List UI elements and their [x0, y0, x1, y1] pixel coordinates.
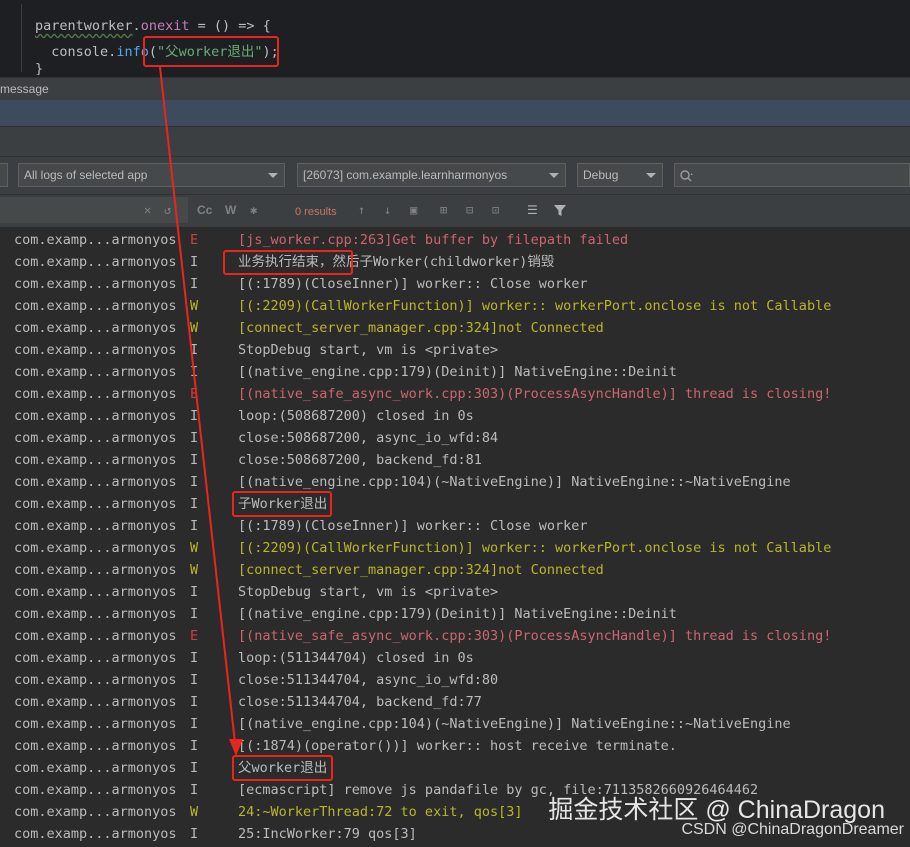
- annotation-arrow-head: [229, 739, 243, 756]
- annotation-arrow-line: [159, 66, 237, 753]
- annotation-arrow-overlay: [159, 66, 243, 756]
- watermark-csdn: CSDN @ChinaDragonDreamer: [681, 821, 904, 838]
